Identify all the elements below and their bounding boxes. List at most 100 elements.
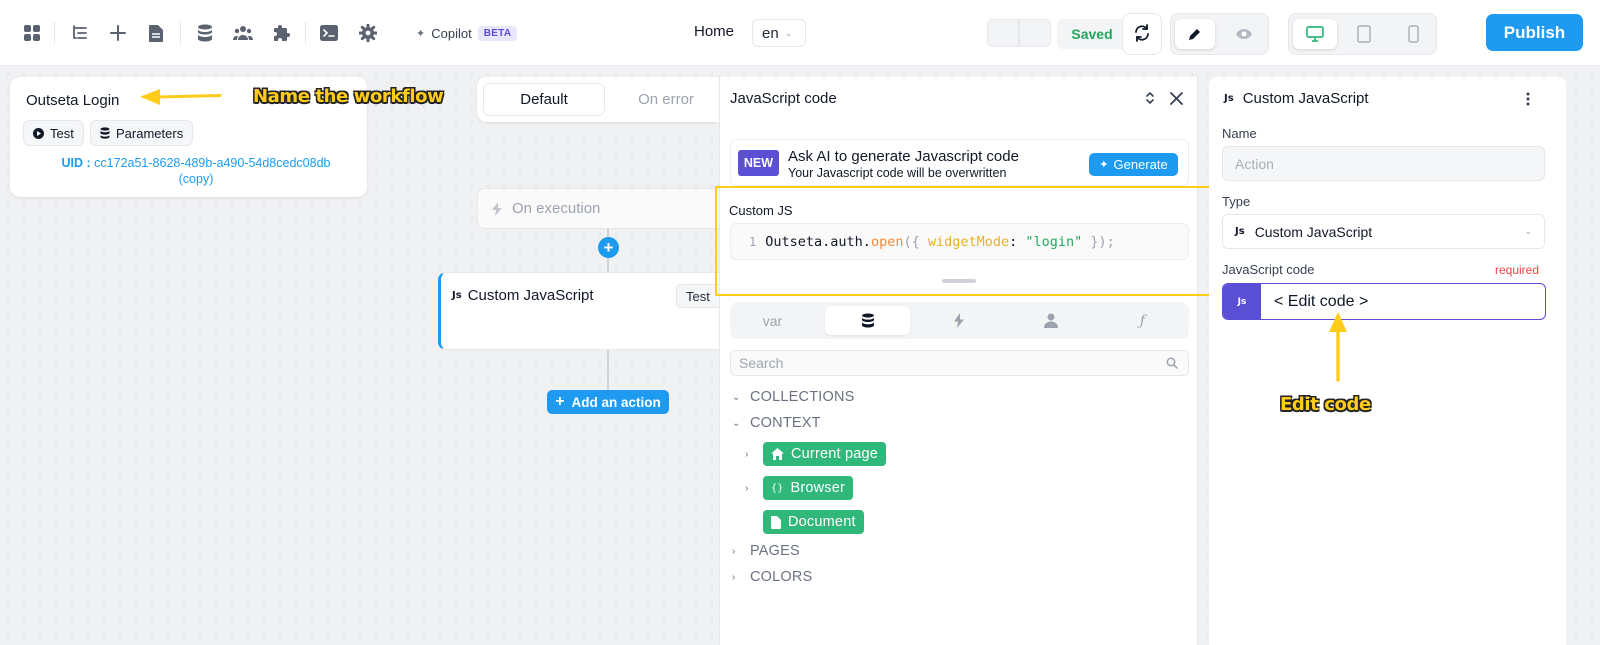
users-icon[interactable] (232, 22, 254, 44)
copy-uid-link[interactable]: (copy) (179, 172, 214, 186)
chevron-down-icon: ⌄ (732, 391, 741, 403)
annotation-name-workflow: Name the workflow (253, 86, 444, 107)
search-icon (1166, 357, 1178, 369)
tree-current-page[interactable]: › Current page (745, 442, 887, 466)
variable-tabs: var ƒ (730, 302, 1189, 339)
close-icon[interactable] (1170, 92, 1183, 105)
plugin-icon[interactable] (271, 22, 293, 44)
desktop-icon (1306, 26, 1324, 42)
add-action-button[interactable]: + Add an action (547, 390, 669, 414)
test-workflow-button[interactable]: Test (23, 120, 84, 146)
beta-badge: BETA (477, 25, 518, 41)
edit-mode-button[interactable] (1175, 19, 1215, 49)
tablet-view-button[interactable] (1342, 19, 1386, 49)
tree-context[interactable]: ⌄ CONTEXT (732, 415, 821, 431)
type-label: Type (1222, 194, 1251, 209)
undo-button[interactable] (987, 19, 1019, 47)
tree-label: PAGES (750, 543, 800, 559)
tab-on-error[interactable]: On error (609, 83, 723, 116)
redo-button[interactable] (1019, 19, 1051, 47)
language-select[interactable]: en ⌄ (752, 19, 806, 47)
copilot-button[interactable]: ✦ Copilot BETA (416, 24, 518, 42)
tree-document[interactable]: Document (745, 510, 864, 534)
tab-user[interactable] (1008, 306, 1093, 335)
tree-pages[interactable]: › PAGES (732, 543, 800, 559)
flow-tabs: Default On error (477, 77, 727, 122)
mobile-view-button[interactable] (1391, 19, 1435, 49)
publish-button[interactable]: Publish (1486, 14, 1583, 51)
tree-collections[interactable]: ⌄ COLLECTIONS (732, 389, 855, 405)
tree-label: COLORS (750, 569, 813, 585)
home-icon (771, 448, 784, 460)
connector-line (607, 229, 609, 237)
more-options-icon[interactable] (1526, 92, 1534, 106)
uid-value: cc172a51-8628-489b-a490-54d8cedc08db (94, 156, 331, 170)
highlight-frame (715, 186, 1212, 296)
expand-icon[interactable] (1144, 90, 1156, 106)
uid-label: UID : (61, 156, 91, 170)
search-placeholder: Search (739, 355, 784, 371)
annotation-arrow-left (140, 89, 222, 105)
sync-button[interactable] (1122, 13, 1162, 55)
add-icon[interactable] (107, 22, 129, 44)
play-icon (33, 127, 44, 139)
braces-icon: {} (771, 482, 784, 494)
type-value: Custom JavaScript (1254, 223, 1373, 240)
javascript-code-label: JavaScript code (1222, 262, 1315, 277)
action-type-select[interactable]: Js Custom JavaScript ⌄ (1222, 214, 1545, 249)
tab-workflow[interactable] (916, 306, 1001, 335)
current-page-name[interactable]: Home (694, 23, 734, 40)
toolbar-divider (305, 22, 306, 44)
tree-label: CONTEXT (750, 415, 821, 431)
tab-default[interactable]: Default (483, 83, 605, 116)
document-icon (771, 515, 781, 529)
sparkle-icon: ✦ (416, 27, 426, 40)
parameters-button[interactable]: Parameters (90, 120, 194, 146)
insert-action-button[interactable]: + (598, 237, 619, 258)
generate-label: Generate (1113, 157, 1168, 172)
workflow-name[interactable]: Outseta Login (26, 92, 119, 109)
preview-mode-button[interactable] (1224, 19, 1264, 49)
settings-title: Js Custom JavaScript (1224, 90, 1369, 107)
chip-label: Current page (791, 446, 879, 462)
eye-icon (1236, 29, 1252, 39)
chevron-right-icon: › (745, 482, 749, 494)
connector-line (607, 258, 609, 272)
database-icon[interactable] (194, 22, 216, 44)
sparkle-icon: ✦ (1099, 159, 1109, 171)
sync-icon (1133, 24, 1151, 42)
variable-chip[interactable]: Current page (763, 442, 887, 466)
variable-chip[interactable]: Document (763, 510, 864, 534)
gear-icon[interactable] (357, 22, 379, 44)
lightning-icon (492, 201, 502, 216)
edit-code-button[interactable]: Js < Edit code > (1222, 283, 1546, 320)
toolbar-divider (54, 22, 55, 44)
save-status: Saved (1057, 19, 1127, 49)
action-name-input[interactable]: Action (1222, 146, 1545, 181)
chip-label: Browser (790, 480, 846, 496)
user-icon (1043, 313, 1058, 328)
tree-colors[interactable]: › COLORS (732, 569, 812, 585)
page-icon[interactable] (145, 22, 167, 44)
required-indicator: required (1495, 263, 1540, 277)
layers-icon[interactable] (69, 22, 91, 44)
new-badge: NEW (738, 150, 779, 176)
database-icon (100, 127, 110, 139)
tab-database[interactable] (825, 306, 910, 335)
chevron-right-icon: › (732, 545, 736, 557)
variable-chip[interactable]: {} Browser (763, 476, 854, 500)
apps-icon[interactable] (21, 22, 43, 44)
trigger-node[interactable]: On execution (477, 188, 727, 229)
generate-button[interactable]: ✦ Generate (1089, 153, 1178, 176)
tree-browser[interactable]: › {} Browser (745, 476, 854, 500)
trigger-label: On execution (512, 200, 601, 217)
tab-variables[interactable]: var (730, 306, 815, 335)
chevron-down-icon: ⌄ (784, 27, 793, 38)
toolbar-divider (180, 22, 181, 44)
desktop-view-button[interactable] (1293, 19, 1337, 49)
terminal-icon[interactable] (318, 22, 340, 44)
chevron-down-icon: ⌄ (732, 417, 741, 429)
search-input[interactable]: Search (730, 350, 1189, 376)
tab-functions[interactable]: ƒ (1100, 306, 1185, 335)
javascript-icon: Js (452, 290, 462, 301)
